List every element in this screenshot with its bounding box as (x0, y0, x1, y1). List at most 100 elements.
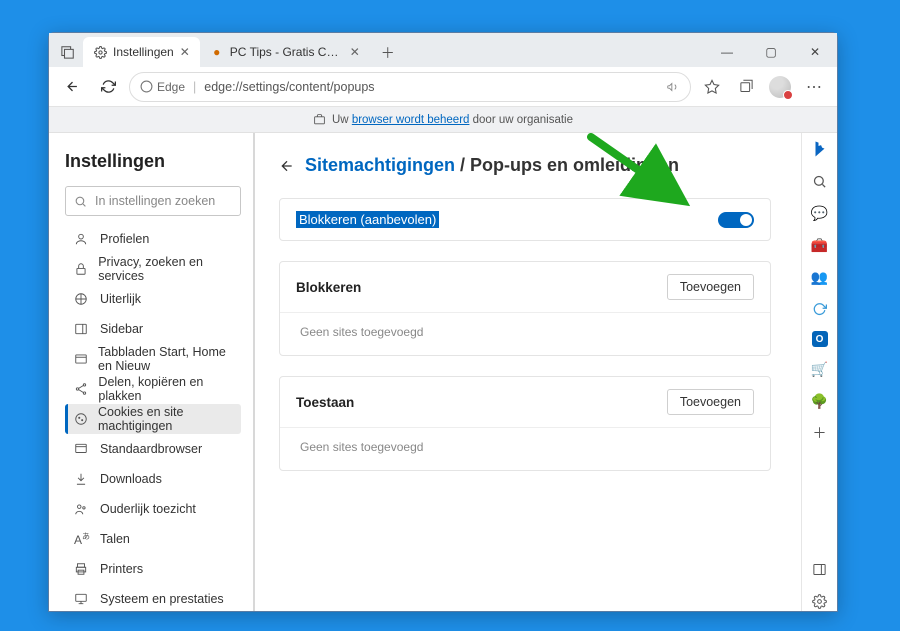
tab-actions-button[interactable] (53, 37, 83, 67)
sidebar-item[interactable]: Cookies en site machtigingen (65, 404, 241, 434)
sidebar-item-label: Ouderlijk toezicht (100, 502, 196, 516)
sidebar-item[interactable]: Profielen (65, 224, 241, 254)
sidebar-item[interactable]: Standaardbrowser (65, 434, 241, 464)
sidebar-item-label: Sidebar (100, 322, 143, 336)
family-icon (74, 502, 90, 516)
collections-button[interactable] (731, 72, 761, 102)
sidebar-item[interactable]: Aあ Talen (65, 524, 241, 554)
printer-icon (74, 562, 90, 576)
url-text: edge://settings/content/popups (204, 80, 658, 94)
chat-icon[interactable]: 💬 (810, 203, 830, 223)
sidebar-item-label: Systeem en prestaties (100, 592, 224, 606)
add-allow-button[interactable]: Toevoegen (667, 389, 754, 415)
gear-icon[interactable] (810, 591, 830, 611)
cookie-icon (74, 412, 88, 426)
sidebar-item-label: Profielen (100, 232, 149, 246)
more-button[interactable]: ⋯ (799, 72, 829, 102)
profile-button[interactable] (765, 72, 795, 102)
sidebar-item-label: Tabbladen Start, Home en Nieuw (98, 345, 235, 373)
tab-label: PC Tips - Gratis Computer Tips, (230, 45, 344, 59)
sidebar-item[interactable]: Printers (65, 554, 241, 584)
tab-settings[interactable]: Instellingen ✕ (83, 37, 200, 67)
toolbar: Edge | edge://settings/content/popups ⋯ (49, 67, 837, 107)
add-sidebar-button[interactable]: ＋ (810, 423, 830, 443)
panel-icon[interactable] (810, 559, 830, 579)
tree-icon[interactable]: 🌳 (810, 391, 830, 411)
sidebar-item-label: Uiterlijk (100, 292, 141, 306)
lock-icon (74, 262, 88, 276)
sidebar-item-label: Delen, kopiëren en plakken (98, 375, 235, 403)
new-tab-button[interactable]: ＋ (374, 39, 402, 67)
favorites-button[interactable] (697, 72, 727, 102)
close-button[interactable]: ✕ (793, 37, 837, 67)
settings-content: Sitemachtigingen / Pop-ups en omleidinge… (255, 133, 801, 611)
shopping-icon[interactable]: 🧰 (810, 235, 830, 255)
minimize-button[interactable]: — (705, 37, 749, 67)
block-empty-text: Geen sites toegevoegd (280, 313, 770, 355)
sidebar-item[interactable]: Downloads (65, 464, 241, 494)
download-icon (74, 472, 90, 486)
sidebar-item[interactable]: Delen, kopiëren en plakken (65, 374, 241, 404)
avatar (769, 76, 791, 98)
search-icon (74, 195, 87, 208)
read-aloud-icon[interactable] (666, 80, 680, 94)
sidebar-item[interactable]: Uiterlijk (65, 284, 241, 314)
tab-icon (74, 352, 88, 366)
sidebar-item-label: Cookies en site machtigingen (98, 405, 235, 433)
block-recommended-card: Blokkeren (aanbevolen) (279, 198, 771, 241)
sidebar-item[interactable]: Systeem en prestaties (65, 584, 241, 611)
site-icon: ● (210, 45, 224, 59)
breadcrumb: Sitemachtigingen / Pop-ups en omleidinge… (279, 155, 771, 176)
refresh-icon[interactable] (810, 299, 830, 319)
sidebar-item[interactable]: Tabbladen Start, Home en Nieuw (65, 344, 241, 374)
outlook-icon[interactable]: O (812, 331, 828, 347)
sidebar-item[interactable]: Sidebar (65, 314, 241, 344)
managed-link[interactable]: browser wordt beheerd (352, 114, 470, 126)
sidebar-item-label: Talen (100, 532, 130, 546)
allow-title: Toestaan (296, 395, 354, 410)
add-block-button[interactable]: Toevoegen (667, 274, 754, 300)
sidebar-item[interactable]: Privacy, zoeken en services (65, 254, 241, 284)
tab-strip: Instellingen ✕ ● PC Tips - Gratis Comput… (49, 33, 837, 67)
sidebar-item[interactable]: Ouderlijk toezicht (65, 494, 241, 524)
block-recommended-label: Blokkeren (aanbevolen) (296, 211, 439, 228)
search-placeholder: In instellingen zoeken (95, 194, 215, 208)
browser-icon (74, 442, 90, 456)
allow-empty-text: Geen sites toegevoegd (280, 428, 770, 470)
breadcrumb-parent[interactable]: Sitemachtigingen (305, 155, 455, 175)
settings-sidebar: Instellingen In instellingen zoeken Prof… (49, 133, 255, 611)
close-icon[interactable]: ✕ (350, 45, 360, 59)
back-button[interactable] (57, 72, 87, 102)
tab-pctips[interactable]: ● PC Tips - Gratis Computer Tips, ✕ (200, 37, 370, 67)
cart-icon[interactable]: 🛒 (810, 359, 830, 379)
search-icon[interactable] (810, 171, 830, 191)
paint-icon (74, 292, 90, 306)
sidebar-item-label: Privacy, zoeken en services (98, 255, 235, 283)
system-icon (74, 592, 90, 606)
breadcrumb-current: / Pop-ups en omleidingen (455, 155, 679, 175)
block-header-row: Blokkeren Toevoegen (280, 262, 770, 313)
edge-identity: Edge (140, 80, 185, 94)
settings-search[interactable]: In instellingen zoeken (65, 186, 241, 216)
briefcase-icon (313, 113, 326, 126)
sidebar-title: Instellingen (65, 151, 241, 172)
settings-nav: Profielen Privacy, zoeken en services Uite… (65, 224, 241, 611)
address-bar[interactable]: Edge | edge://settings/content/popups (129, 72, 691, 102)
managed-infobar: Uw browser wordt beheerd door uw organis… (49, 107, 837, 133)
sidebar-item-label: Downloads (100, 472, 162, 486)
back-icon[interactable] (279, 158, 295, 174)
gear-icon (93, 45, 107, 59)
maximize-button[interactable]: ▢ (749, 37, 793, 67)
close-icon[interactable]: ✕ (180, 45, 190, 59)
refresh-button[interactable] (93, 72, 123, 102)
edge-sidebar: 💬 🧰 👥 O 🛒 🌳 ＋ (801, 133, 837, 611)
bing-icon[interactable] (810, 139, 830, 159)
sidebar-item-label: Printers (100, 562, 143, 576)
profile-icon (74, 232, 90, 246)
lang-icon: Aあ (74, 531, 90, 547)
block-toggle[interactable] (718, 212, 754, 228)
allow-header-row: Toestaan Toevoegen (280, 377, 770, 428)
tab-label: Instellingen (113, 45, 174, 59)
share-icon (74, 382, 88, 396)
people-icon[interactable]: 👥 (810, 267, 830, 287)
